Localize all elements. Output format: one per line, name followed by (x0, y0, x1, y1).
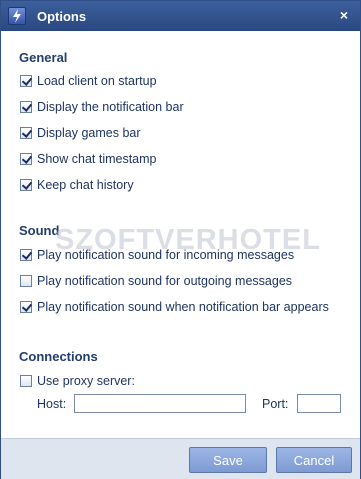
checkbox[interactable] (20, 153, 32, 165)
dialog-footer: Save Cancel (1, 438, 360, 479)
option-label: Load client on startup (37, 74, 157, 88)
option-sound-incoming-messages[interactable]: Play notification sound for incoming mes… (20, 247, 294, 263)
option-load-client-on-startup[interactable]: Load client on startup (20, 73, 157, 89)
lightning-icon (8, 7, 26, 25)
option-display-games-bar[interactable]: Display games bar (20, 125, 141, 141)
checkbox[interactable] (20, 275, 32, 287)
option-label: Show chat timestamp (37, 152, 157, 166)
option-keep-chat-history[interactable]: Keep chat history (20, 177, 134, 193)
checkbox[interactable] (20, 375, 32, 387)
option-label: Display games bar (37, 126, 141, 140)
close-icon[interactable]: × (336, 7, 352, 23)
port-label: Port: (262, 397, 289, 411)
checkbox[interactable] (20, 101, 32, 113)
option-label: Play notification sound for outgoing mes… (37, 274, 293, 288)
option-show-chat-timestamp[interactable]: Show chat timestamp (20, 151, 157, 167)
option-label: Use proxy server: (37, 374, 135, 388)
option-use-proxy-server[interactable]: Use proxy server: (20, 373, 135, 389)
option-label: Play notification sound when notificatio… (37, 300, 329, 314)
checkbox[interactable] (20, 179, 32, 191)
cancel-button[interactable]: Cancel (276, 447, 352, 473)
connections-heading: Connections (19, 349, 98, 364)
save-button[interactable]: Save (189, 447, 267, 473)
option-sound-outgoing-messages[interactable]: Play notification sound for outgoing mes… (20, 273, 292, 289)
options-dialog: Options × General Load client on startup… (0, 0, 361, 479)
option-label: Play notification sound for incoming mes… (37, 248, 295, 262)
host-label: Host: (37, 397, 67, 411)
checkbox[interactable] (20, 301, 32, 313)
checkbox[interactable] (20, 249, 32, 261)
option-label: Display the notification bar (37, 100, 184, 114)
title-bar[interactable]: Options × (1, 1, 360, 31)
option-label: Keep chat history (37, 178, 134, 192)
window-title: Options (37, 9, 87, 24)
general-heading: General (19, 50, 68, 65)
checkbox[interactable] (20, 127, 32, 139)
port-input[interactable] (297, 394, 341, 413)
checkbox[interactable] (20, 75, 32, 87)
sound-heading: Sound (19, 223, 60, 238)
option-sound-notification-bar[interactable]: Play notification sound when notificatio… (20, 299, 329, 315)
host-input[interactable] (74, 394, 246, 413)
option-display-notification-bar[interactable]: Display the notification bar (20, 99, 184, 115)
